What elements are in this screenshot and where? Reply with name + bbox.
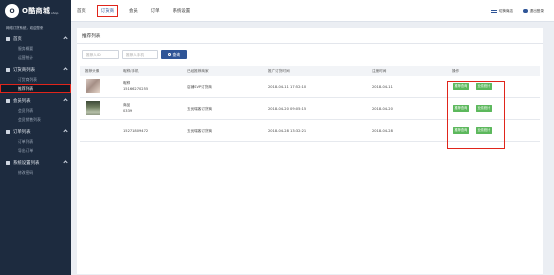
sidebar-group-label: 订单列表 bbox=[13, 130, 31, 135]
referrer-id-input[interactable] bbox=[82, 50, 119, 59]
row-reg-time: 2018-04-20 bbox=[372, 107, 393, 111]
main-panel: 推荐列表 查询 推荐头像 昵称/手机 已经推荐商家 推广订货时间 注册时间 操作… bbox=[77, 28, 543, 274]
nav-home[interactable]: 首页 bbox=[75, 6, 88, 16]
order-icon bbox=[6, 130, 10, 134]
nav-settings[interactable]: 系统设置 bbox=[171, 6, 193, 16]
sidebar-group-label: 订货商列表 bbox=[13, 68, 35, 73]
row-shop: 五优瑞客订货商 bbox=[187, 129, 213, 133]
row-shop: 店铺SVP订货商 bbox=[187, 85, 212, 89]
switch-store-button[interactable]: 切换商店 bbox=[490, 8, 514, 14]
table-header: 推荐头像 昵称/手机 已经推荐商家 推广订货时间 注册时间 操作 bbox=[80, 66, 540, 76]
row-push-time: 2018-04-28 13:32:21 bbox=[268, 129, 307, 133]
sidebar-group-head-orders[interactable]: 订单列表 bbox=[0, 127, 71, 137]
col-shop: 已经推荐商家 bbox=[187, 69, 209, 73]
col-push-time: 推广订货时间 bbox=[268, 69, 290, 73]
row-push-time: 2018-04-11 17:52:10 bbox=[268, 85, 307, 89]
top-nav: 首页 订货商 会员 订单 系统设置 bbox=[75, 0, 201, 22]
sidebar-group-members: 会员列表 会员列表 会员销售列表 bbox=[0, 96, 71, 124]
nav-members[interactable]: 会员 bbox=[127, 6, 140, 16]
sidebar-item-order-list[interactable]: 订单列表 bbox=[0, 137, 71, 146]
list-icon bbox=[6, 68, 10, 72]
sidebar-group-settings: 系统设置列表 修改密码 bbox=[0, 158, 71, 177]
chevron-up-icon bbox=[63, 129, 68, 134]
chevron-up-icon bbox=[63, 67, 68, 72]
col-reg-time: 注册时间 bbox=[372, 69, 387, 73]
ops-highlight-box bbox=[447, 81, 505, 149]
chevron-up-icon bbox=[63, 36, 68, 41]
user-group-icon bbox=[6, 99, 10, 103]
logout-label: 退出登录 bbox=[529, 8, 544, 13]
search-button-label: 查询 bbox=[172, 51, 181, 57]
sidebar-item-member-sales[interactable]: 会员销售列表 bbox=[0, 115, 71, 124]
sidebar-group-home: 首页 服务概要 运营统计 bbox=[0, 34, 71, 62]
sidebar-item-supplier-list[interactable]: 订货商列表 bbox=[0, 75, 71, 84]
sidebar: O O酷商城 shop 网络订货系统，欢迎您来 首页 服务概要 运营统计 订货商… bbox=[0, 0, 71, 275]
nav-orders[interactable]: 订单 bbox=[149, 6, 162, 16]
welcome-text: 网络订货系统，欢迎您来 bbox=[6, 26, 44, 30]
referrer-phone-input[interactable] bbox=[122, 50, 158, 59]
row-name: 商品 bbox=[123, 103, 131, 107]
sidebar-group-label: 首页 bbox=[13, 37, 22, 42]
sidebar-group-head-suppliers[interactable]: 订货商列表 bbox=[0, 65, 71, 75]
row-push-time: 2018-04-20 09:05:15 bbox=[268, 107, 307, 111]
user-icon bbox=[523, 8, 528, 14]
logout-button[interactable]: 退出登录 bbox=[523, 9, 544, 14]
col-avatar: 推荐头像 bbox=[85, 69, 100, 73]
row-reg-time: 2018-04-28 bbox=[372, 129, 393, 133]
col-name-phone: 昵称/手机 bbox=[123, 69, 139, 73]
sidebar-item-member-list[interactable]: 会员列表 bbox=[0, 106, 71, 115]
row-phone: 0339 bbox=[123, 109, 133, 113]
top-bar: 首页 订货商 会员 订单 系统设置 切换商店 退出登录 bbox=[71, 0, 554, 22]
nav-suppliers[interactable]: 订货商 bbox=[96, 5, 118, 17]
sidebar-group-label: 会员列表 bbox=[13, 99, 31, 104]
switch-store-label: 切换商店 bbox=[498, 8, 514, 13]
avatar bbox=[86, 79, 100, 93]
sidebar-group-head-home[interactable]: 首页 bbox=[0, 34, 71, 44]
swap-icon bbox=[490, 9, 497, 14]
row-phone: 15166270255 bbox=[123, 87, 149, 91]
sidebar-item-change-password[interactable]: 修改密码 bbox=[0, 168, 71, 177]
settings-icon bbox=[6, 161, 10, 165]
logo-icon: O bbox=[5, 4, 19, 18]
chevron-up-icon bbox=[63, 160, 68, 165]
sidebar-group-head-settings[interactable]: 系统设置列表 bbox=[0, 158, 71, 168]
sidebar-group-label: 系统设置列表 bbox=[13, 161, 40, 166]
home-icon bbox=[6, 37, 10, 41]
search-button[interactable]: 查询 bbox=[161, 50, 187, 59]
row-phone: 15271809472 bbox=[123, 129, 149, 133]
row-name: 昵称 bbox=[123, 81, 131, 85]
sidebar-group-orders: 订单列表 订单列表 导出订单 bbox=[0, 127, 71, 155]
row-reg-time: 2018-04-11 bbox=[372, 85, 393, 89]
col-ops: 操作 bbox=[452, 69, 460, 73]
divider bbox=[77, 43, 543, 44]
logo[interactable]: O O酷商城 shop bbox=[0, 0, 71, 22]
avatar bbox=[86, 101, 100, 115]
sidebar-item-operation-stats[interactable]: 运营统计 bbox=[0, 53, 71, 62]
sidebar-group-head-members[interactable]: 会员列表 bbox=[0, 96, 71, 106]
row-shop: 五优瑞客订货商 bbox=[187, 107, 213, 111]
sidebar-item-recommend-list[interactable]: 推荐列表 bbox=[0, 84, 71, 93]
sidebar-group-suppliers: 订货商列表 订货商列表 推荐列表 bbox=[0, 65, 71, 93]
sidebar-item-service-overview[interactable]: 服务概要 bbox=[0, 44, 71, 53]
logo-subtext: shop bbox=[51, 10, 59, 15]
search-icon bbox=[167, 53, 171, 56]
logo-text: O酷商城 bbox=[22, 7, 51, 15]
chevron-up-icon bbox=[63, 98, 68, 103]
top-right-actions: 切换商店 退出登录 bbox=[481, 0, 544, 22]
sidebar-item-export-orders[interactable]: 导出订单 bbox=[0, 146, 71, 155]
page-title: 推荐列表 bbox=[82, 34, 101, 39]
